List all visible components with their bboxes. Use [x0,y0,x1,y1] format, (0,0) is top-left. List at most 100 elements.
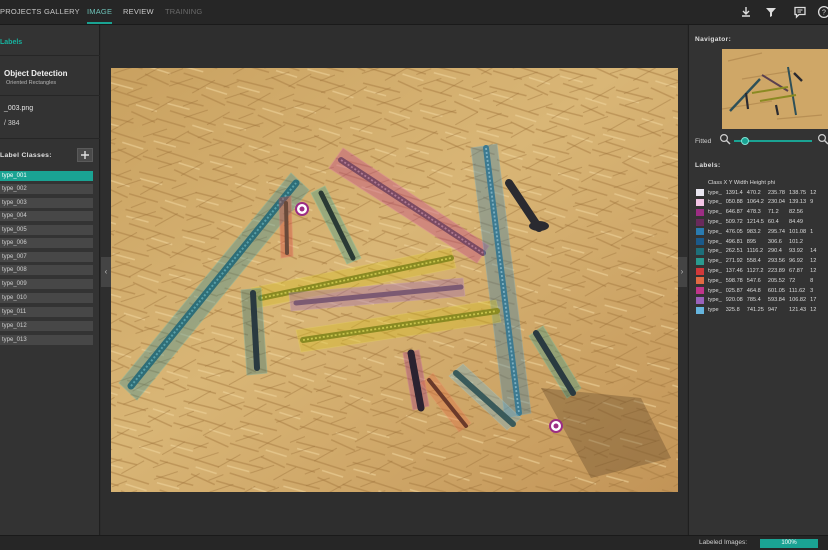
nav-review[interactable]: REVIEW [123,0,154,24]
class-item[interactable]: type_001 [0,171,93,181]
label-cell-cls: type_ [708,209,722,216]
svg-text:?: ? [822,10,826,17]
zoom-out-icon[interactable] [719,133,731,145]
labeled-images-value: 100% [781,540,797,546]
label-row[interactable]: type_ 598.78 547.6 205.52 72 8 [694,276,818,286]
divider [0,138,100,139]
label-row[interactable]: type_ 476.05 983.2 295.74 101.08 1 [694,227,818,237]
label-cell-cls: type_ [708,297,722,304]
navigator-thumbnail[interactable] [721,49,828,129]
label-cell-phi [808,217,818,227]
class-item[interactable]: type_007 [0,252,93,262]
class-color-swatch [696,277,704,285]
annotation-type-009[interactable] [278,195,294,259]
label-cell-phi: 14 [810,248,817,255]
download-icon[interactable] [739,5,753,19]
label-cell-y: 1127.2 [746,268,764,275]
label-cell-w: 306.6 [767,238,782,245]
project-subtitle: Oriented Rectangles [6,80,57,86]
labels-table: Class X Y Width Height phi type_ 1391.4 47… [694,178,818,315]
class-item[interactable]: type_003 [0,198,93,208]
label-cell-cls: type_ [708,248,722,255]
label-cell-y: 895 [746,238,757,245]
label-row[interactable]: type_ 271.92 558.4 293.56 96.92 12 [694,256,818,266]
add-icon [81,151,89,159]
class-item[interactable]: type_011 [0,307,93,317]
zoom-in-icon[interactable] [817,133,828,145]
label-cell-phi: 8 [810,277,814,284]
class-item[interactable]: type_013 [0,335,93,345]
class-color-swatch [696,208,704,216]
class-item[interactable]: type_012 [0,321,93,331]
help-icon[interactable]: ? [817,5,828,19]
label-cell-w: 60.4 [767,219,779,226]
nav-training[interactable]: TRAINING [165,0,202,24]
label-cell-w: 71.2 [767,209,779,216]
class-item[interactable]: type_005 [0,225,93,235]
label-row[interactable]: type 325.8 741.25 947 121.43 12 [694,305,818,315]
label-row[interactable]: type_ 137.46 1127.2 223.89 67.87 12 [694,266,818,276]
divider [0,95,100,96]
label-row[interactable]: type_ 1391.4 470.2 235.78 138.75 12 [694,188,818,198]
nav-gallery[interactable]: GALLERY [44,0,80,24]
label-cell-h: 82.56 [789,209,804,216]
label-cell-phi: 12 [810,258,817,265]
filter-icon[interactable] [764,5,778,19]
class-item[interactable]: type_002 [0,184,93,194]
label-cell-x: 050.88 [725,199,743,206]
rotation-handle[interactable] [295,202,309,216]
status-bar: Labeled Images: 100% [0,535,828,550]
label-cell-h: 101.08 [789,228,807,235]
label-cell-cls: type_ [708,268,722,275]
label-cell-w: 593.84 [767,297,786,304]
left-sidebar: Labels Object Detection Oriented Rectang… [0,25,100,535]
class-item[interactable]: type_006 [0,238,93,248]
add-class-button[interactable] [77,148,93,162]
label-cell-phi: 12 [810,189,817,196]
label-row[interactable]: type_ 025.87 464.8 601.05 111.62 3 [694,286,818,296]
class-color-swatch [696,257,704,265]
label-cell-x: 496.81 [725,238,743,245]
class-item[interactable]: type_010 [0,293,93,303]
label-cell-y: 1116.2 [746,248,764,255]
label-cell-phi: 3 [810,287,814,294]
annotated-image[interactable] [111,68,678,492]
rotation-handle[interactable] [549,419,563,433]
collapse-right-button[interactable]: › [677,257,687,287]
nav-image[interactable]: IMAGE [87,0,113,24]
collapse-right-icon: › [680,267,684,276]
label-cell-x: 262.51 [725,248,743,255]
zoom-slider-thumb[interactable] [741,137,749,145]
class-item[interactable]: type_004 [0,211,93,221]
sidebar-section-header: Labels [0,39,23,46]
class-item[interactable]: type_008 [0,265,93,275]
label-cell-cls: type_ [708,219,722,226]
label-cell-h: 138.75 [789,189,807,196]
label-cell-h: 96.92 [789,258,804,265]
label-row[interactable]: type_ 496.81 895 306.6 101.2 [694,237,818,247]
collapse-left-button[interactable]: ‹ [101,257,111,287]
label-cell-y: 478.3 [746,209,761,216]
label-cell-x: 920.08 [725,297,743,304]
class-color-swatch [696,228,704,236]
navigator-title: Navigator: [695,36,732,43]
collapse-left-icon: ‹ [104,267,108,276]
class-item[interactable]: type_009 [0,279,93,289]
labeled-images-label: Labeled Images: [699,539,748,546]
class-color-swatch [696,296,704,304]
label-cell-cls: type_ [708,199,722,206]
label-cell-w: 601.05 [767,287,786,294]
label-row[interactable]: type_ 262.51 1116.2 290.4 93.92 14 [694,247,818,257]
label-row[interactable]: type_ 920.08 785.4 593.84 106.82 17 [694,296,818,306]
label-row[interactable]: type_ 509.72 1214.5 60.4 84.49 [694,217,818,227]
zoom-slider[interactable] [734,137,812,145]
nav-projects[interactable]: PROJECTS [0,0,42,24]
label-cell-h: 72 [789,277,796,284]
label-row[interactable]: type_ 050.88 1064.2 230.04 139.13 9 [694,198,818,208]
label-row[interactable]: type_ 646.87 478.3 71.2 82.56 [694,207,818,217]
label-cell-phi: 17 [810,297,817,304]
labels-title: Labels: [695,162,721,169]
comment-icon[interactable] [793,5,807,19]
label-cell-w: 223.89 [767,268,786,275]
label-cell-w: 947 [767,307,778,314]
